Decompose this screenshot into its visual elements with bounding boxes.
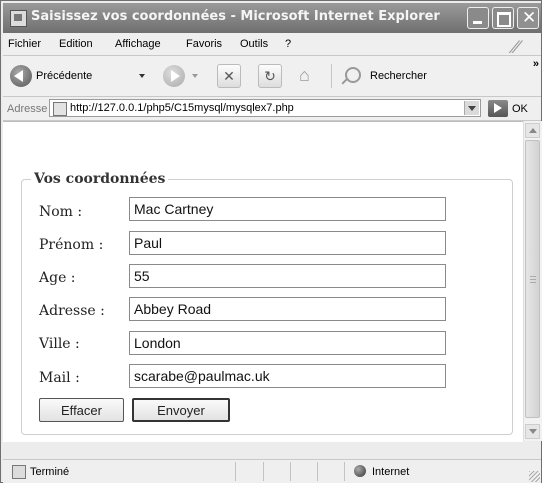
toolbar: Précédente ✕ ↻ ⌂ Rechercher »: [3, 56, 541, 97]
fieldset-legend: Vos coordonnées: [31, 171, 169, 187]
nom-input[interactable]: [129, 197, 446, 221]
app-icon: [10, 10, 27, 27]
forward-dropdown-icon[interactable]: [192, 74, 198, 78]
forward-arrow-icon: [171, 70, 180, 82]
menu-outils[interactable]: Outils: [240, 38, 268, 50]
title-bar[interactable]: Saisissez vos coordonnées - Microsoft In…: [3, 3, 541, 33]
prenom-input[interactable]: [129, 231, 446, 255]
status-text: Terminé: [30, 466, 70, 478]
label-ville: Ville :: [39, 336, 80, 352]
label-mail: Mail :: [39, 370, 80, 386]
back-arrow-icon: [14, 70, 23, 82]
windows-logo-icon: ⁄⁄: [513, 38, 519, 58]
status-separator: [235, 462, 236, 481]
back-button[interactable]: [10, 65, 32, 87]
search-icon[interactable]: [345, 67, 361, 83]
refresh-button[interactable]: ↻: [258, 64, 282, 88]
menu-bar: Fichier Edition Affichage Favoris Outils…: [3, 33, 541, 58]
menu-help[interactable]: ?: [285, 38, 291, 50]
back-label[interactable]: Précédente: [36, 70, 92, 82]
label-prenom: Prénom :: [39, 237, 104, 253]
browser-window: Saisissez vos coordonnées - Microsoft In…: [0, 0, 542, 483]
back-dropdown-icon[interactable]: [139, 74, 145, 78]
status-separator: [344, 462, 345, 481]
page-icon: [53, 102, 67, 116]
reset-button[interactable]: Effacer: [39, 398, 124, 422]
label-age: Age :: [39, 270, 76, 286]
home-icon: ⌂: [299, 65, 310, 85]
go-arrow-icon[interactable]: [488, 100, 508, 117]
resize-grip-icon[interactable]: [529, 471, 540, 482]
maximize-icon: [497, 12, 511, 27]
status-separator: [317, 462, 318, 481]
address-url[interactable]: http://127.0.0.1/php5/C15mysql/mysqlex7.…: [70, 102, 294, 114]
ville-input[interactable]: [129, 331, 446, 355]
address-dropdown-button[interactable]: [464, 101, 479, 115]
menu-affichage[interactable]: Affichage: [115, 38, 161, 50]
security-zone: Internet: [372, 466, 410, 478]
page-done-icon: [12, 465, 26, 479]
stop-button[interactable]: ✕: [217, 64, 241, 88]
stop-icon: ✕: [223, 68, 235, 84]
age-input[interactable]: [129, 264, 446, 288]
window-title: Saisissez vos coordonnées - Microsoft In…: [31, 9, 440, 24]
toolbar-overflow-chevron[interactable]: »: [533, 58, 539, 70]
menu-edition[interactable]: Edition: [59, 38, 93, 50]
address-bar: Adresse http://127.0.0.1/php5/C15mysql/m…: [3, 97, 541, 121]
scroll-grip-icon: [530, 276, 536, 285]
scroll-down-button[interactable]: [525, 424, 540, 439]
label-nom: Nom :: [39, 204, 83, 220]
scroll-up-button[interactable]: [525, 123, 540, 138]
address-label: Adresse: [7, 103, 48, 115]
scroll-thumb[interactable]: [525, 140, 540, 418]
status-separator: [263, 462, 264, 481]
address-field[interactable]: http://127.0.0.1/php5/C15mysql/mysqlex7.…: [49, 99, 481, 117]
minimize-button[interactable]: [467, 7, 489, 29]
vertical-scrollbar[interactable]: [523, 121, 542, 441]
forward-button[interactable]: [163, 65, 185, 87]
submit-button[interactable]: Envoyer: [132, 398, 230, 422]
adresse-input[interactable]: [129, 297, 446, 321]
toolbar-separator: [331, 64, 332, 88]
go-button-label[interactable]: OK: [512, 103, 528, 115]
status-bar: Terminé Internet: [3, 459, 541, 483]
close-icon: ✕: [522, 8, 537, 28]
globe-icon: [354, 465, 366, 477]
search-button-label[interactable]: Rechercher: [370, 70, 427, 82]
mail-input[interactable]: [129, 364, 446, 388]
close-button[interactable]: ✕: [517, 7, 539, 29]
maximize-button[interactable]: [492, 7, 514, 29]
refresh-icon: ↻: [264, 68, 276, 84]
menu-favoris[interactable]: Favoris: [186, 38, 222, 50]
menu-fichier[interactable]: Fichier: [8, 38, 41, 50]
minimize-icon: [473, 21, 482, 24]
label-adresse: Adresse :: [39, 303, 105, 319]
home-button[interactable]: ⌂: [299, 65, 321, 87]
status-separator: [290, 462, 291, 481]
